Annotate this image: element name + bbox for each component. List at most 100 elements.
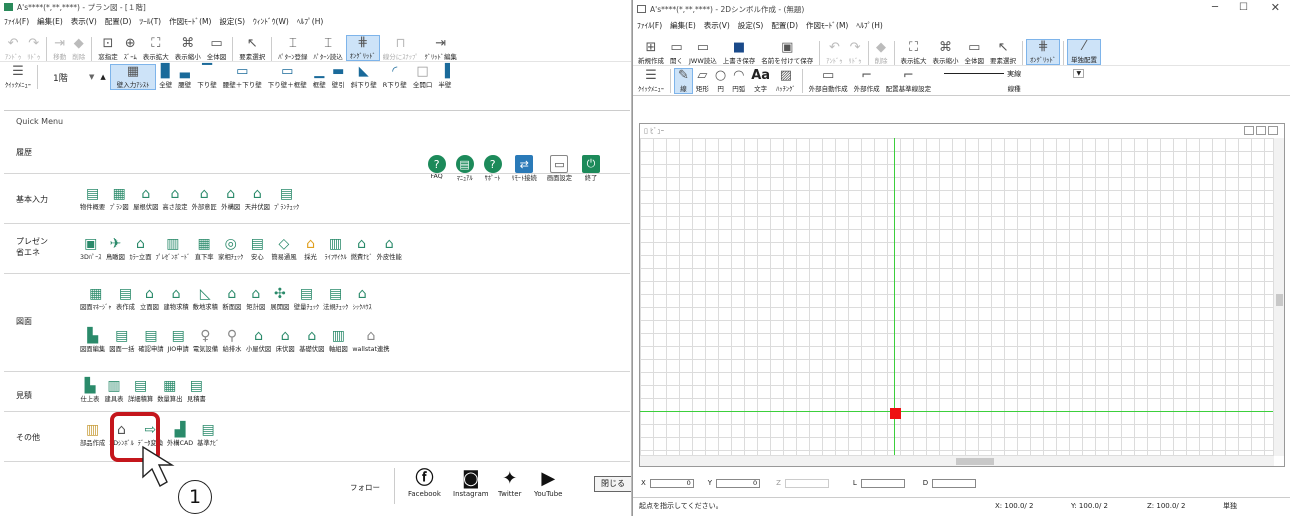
menu-settings[interactable]: 設定(S) xyxy=(219,16,245,27)
delete-button[interactable]: ◆ 削除 xyxy=(69,37,88,62)
color-elevation-button[interactable]: ⌂ ｶﾗｰ立面 xyxy=(129,236,151,261)
menu-edit[interactable]: 編集(E) xyxy=(670,20,696,31)
x-input[interactable]: 0 xyxy=(649,478,694,488)
wall-waist-button[interactable]: ▃ 腰壁 xyxy=(175,65,194,90)
table-create-button[interactable]: ▤ 表作成 xyxy=(115,286,135,311)
menu-file[interactable]: ﾌｧｲﾙ(F) xyxy=(637,20,662,31)
l-input[interactable] xyxy=(860,478,905,488)
quantity-button[interactable]: ▦ 数量算出 xyxy=(157,378,182,403)
redo-button[interactable]: ↷ ﾘﾄﾞｩ xyxy=(24,37,43,62)
save-button[interactable]: ■ 上書き保存 xyxy=(720,41,759,66)
drawing-batch-button[interactable]: ▤ 図面一括 xyxy=(109,328,134,353)
estimate-sheet-button[interactable]: ▤ 見積書 xyxy=(186,378,206,403)
instagram-link[interactable]: ◙ Instagram xyxy=(453,468,489,498)
select-element-button[interactable]: ↖ 要素選択 xyxy=(236,37,268,62)
wall-half-button[interactable]: ▐ 半壁 xyxy=(435,65,454,90)
rect-tool-button[interactable]: ▱ 矩形 xyxy=(693,68,712,93)
menu-help[interactable]: ﾍﾙﾌﾟ(H) xyxy=(297,16,324,27)
development-button[interactable]: ✣ 展開図 xyxy=(270,286,290,311)
wall-slant-button[interactable]: ◣ 斜下り壁 xyxy=(348,65,380,90)
menu-tool[interactable]: ﾂｰﾙ(T) xyxy=(139,16,161,27)
plan-button[interactable]: ▦ ﾌﾟﾗﾝ図 xyxy=(109,186,129,211)
jww-load-button[interactable]: ▭ JWW読込 xyxy=(686,41,720,66)
text-tool-button[interactable]: Aa 文字 xyxy=(748,68,773,93)
select-element-button[interactable]: ↖ 要素選択 xyxy=(987,41,1019,66)
redo-button[interactable]: ↷ ﾘﾄﾞｩ xyxy=(846,41,865,66)
section-button[interactable]: ⌂ 断面図 xyxy=(222,286,242,311)
direct-ratio-button[interactable]: ▦ 直下率 xyxy=(194,236,214,261)
on-grid-toggle[interactable]: ⋕ ｵﾝｸﾞﾘｯﾄﾞ xyxy=(1026,39,1061,65)
lifecycle-button[interactable]: ▥ ﾗｲﾌｻｲｸﾙ xyxy=(325,236,347,261)
building-area-button[interactable]: ⌂ 建物求積 xyxy=(163,286,188,311)
fit-all-button[interactable]: ▭ 全体図 xyxy=(204,37,230,62)
roof-plan-button[interactable]: ⌂ 屋根伏図 xyxy=(133,186,158,211)
hatching-tool-button[interactable]: ▨ ﾊｯﾁﾝｸﾞ xyxy=(773,68,799,93)
presentation-board-button[interactable]: ▥ ﾌﾟﾚｾﾞﾝﾎﾞｰﾄﾞ xyxy=(156,236,191,261)
z-input[interactable] xyxy=(784,478,829,488)
floor-select[interactable]: 1階 xyxy=(41,71,89,84)
standard-navi-button[interactable]: ▤ 基準ﾅﾋﾞ xyxy=(197,422,219,447)
close-icon[interactable]: ✕ xyxy=(1271,1,1280,14)
menu-place[interactable]: 配置(D) xyxy=(771,20,798,31)
height-settings-button[interactable]: ⌂ 高さ設定 xyxy=(162,186,187,211)
twitter-link[interactable]: ✦ Twitter xyxy=(498,468,521,498)
view-restore-icon[interactable] xyxy=(1256,126,1266,135)
pattern-load-button[interactable]: ⌶ ﾊﾟﾀｰﾝ読込 xyxy=(311,37,346,62)
view-close-icon[interactable] xyxy=(1268,126,1278,135)
undo-button[interactable]: ↶ ｱﾝﾄﾞｩ xyxy=(2,37,24,62)
menu-view[interactable]: 表示(V) xyxy=(704,20,730,31)
drawing-manager-button[interactable]: ▦ 図面ﾏﾈｰｼﾞｬ xyxy=(80,286,111,311)
zoom-in-button[interactable]: ⛶ 表示拡大 xyxy=(140,37,172,62)
menu-drawmode[interactable]: 作図ﾓｰﾄﾞ(M) xyxy=(169,16,211,27)
close-button[interactable]: 閉じる xyxy=(594,476,631,492)
frame-button[interactable]: ▥ 軸組図 xyxy=(328,328,348,353)
grid-edit-button[interactable]: ⇥ ｸﾞﾘｯﾄﾞ編集 xyxy=(422,37,461,62)
wall-waist-hanging-button[interactable]: ▭ 腰壁＋下り壁 xyxy=(220,65,265,90)
menu-place[interactable]: 配置(D) xyxy=(105,16,132,27)
pattern-register-button[interactable]: ⌶ ﾊﾟﾀｰﾝ登録 xyxy=(275,37,310,62)
wall-assist-button[interactable]: ▦ 壁入力ｱｼｽﾄ xyxy=(109,64,157,90)
reference-line-button[interactable]: ⌐ 配置基準線設定 xyxy=(883,68,935,93)
single-place-toggle[interactable]: ⁄ 単独配置 xyxy=(1067,39,1102,65)
window-select-button[interactable]: ⊡ 窓指定 xyxy=(95,37,121,62)
daylight-button[interactable]: ⌂ 採光 xyxy=(301,236,321,261)
exterior-design-button[interactable]: ⌂ 外部意匠 xyxy=(192,186,217,211)
elevation-button[interactable]: ⌂ 立面図 xyxy=(139,286,159,311)
auto-outline-button[interactable]: ▭ 外部自動作成 xyxy=(806,68,851,93)
delete-button[interactable]: ◆ 削除 xyxy=(872,41,891,66)
new-button[interactable]: ⊞ 新規作成 xyxy=(635,41,667,66)
exterior-plan-button[interactable]: ⌂ 外構図 xyxy=(221,186,241,211)
menu-edit[interactable]: 編集(E) xyxy=(37,16,63,27)
open-button[interactable]: ▭ 開く xyxy=(667,41,686,66)
circle-tool-button[interactable]: ○ 円 xyxy=(712,68,729,93)
kaso-check-button[interactable]: ◎ 家相ﾁｪｯｸ xyxy=(218,236,243,261)
3d-perspective-button[interactable]: ▣ 3Dﾊﾟｰｽ xyxy=(80,236,101,261)
ventilation-button[interactable]: ◇ 簡易通風 xyxy=(271,236,296,261)
save-as-button[interactable]: ▣ 名前を付けて保存 xyxy=(758,41,816,66)
menu-settings[interactable]: 設定(S) xyxy=(738,20,764,31)
floor-up-icon[interactable]: ▲ xyxy=(100,73,105,81)
view-pane[interactable]: ▯ ﾋﾞｭｰ xyxy=(639,123,1285,467)
outline-create-button[interactable]: ⌐ 外部作成 xyxy=(851,68,883,93)
safety-button[interactable]: ▤ 安心 xyxy=(247,236,267,261)
electrical-button[interactable]: ♀ 電気設備 xyxy=(193,328,218,353)
wall-hanging-frame-button[interactable]: ▭ 下り壁＋框壁 xyxy=(265,65,310,90)
confirmation-button[interactable]: ▤ 確認申請 xyxy=(138,328,163,353)
plan-check-button[interactable]: ▤ ﾌﾟﾗﾝﾁｪｯｸ xyxy=(274,186,299,211)
horizontal-scrollbar[interactable] xyxy=(640,455,1274,466)
attic-plan-button[interactable]: ⌂ 小屋伏図 xyxy=(246,328,271,353)
ceiling-plan-button[interactable]: ⌂ 天井伏図 xyxy=(245,186,270,211)
wall-pull-button[interactable]: ▬ 壁引 xyxy=(329,65,348,90)
fixture-table-button[interactable]: ▥ 建具表 xyxy=(104,378,124,403)
vertical-scroll-thumb[interactable] xyxy=(1276,294,1283,306)
sick-house-button[interactable]: ⌂ ｼｯｸﾊｳｽ xyxy=(352,286,372,311)
drawing-grid[interactable] xyxy=(640,138,1274,456)
menu-window[interactable]: ｳｨﾝﾄﾞｳ(W) xyxy=(253,16,289,27)
menu-drawmode[interactable]: 作図ﾓｰﾄﾞ(M) xyxy=(806,20,848,31)
fuel-navi-button[interactable]: ⌂ 燃費ﾅﾋﾞ xyxy=(351,236,373,261)
minimize-icon[interactable]: ─ xyxy=(1212,2,1218,13)
quick-menu-button[interactable]: ☰ ｸｲｯｸﾒﾆｭｰ xyxy=(635,68,667,93)
zoom-button[interactable]: ⊕ ｽﾞｰﾑ xyxy=(121,37,140,62)
property-overview-button[interactable]: ▤ 物件概要 xyxy=(80,186,105,211)
maximize-icon[interactable]: ☐ xyxy=(1239,2,1248,13)
